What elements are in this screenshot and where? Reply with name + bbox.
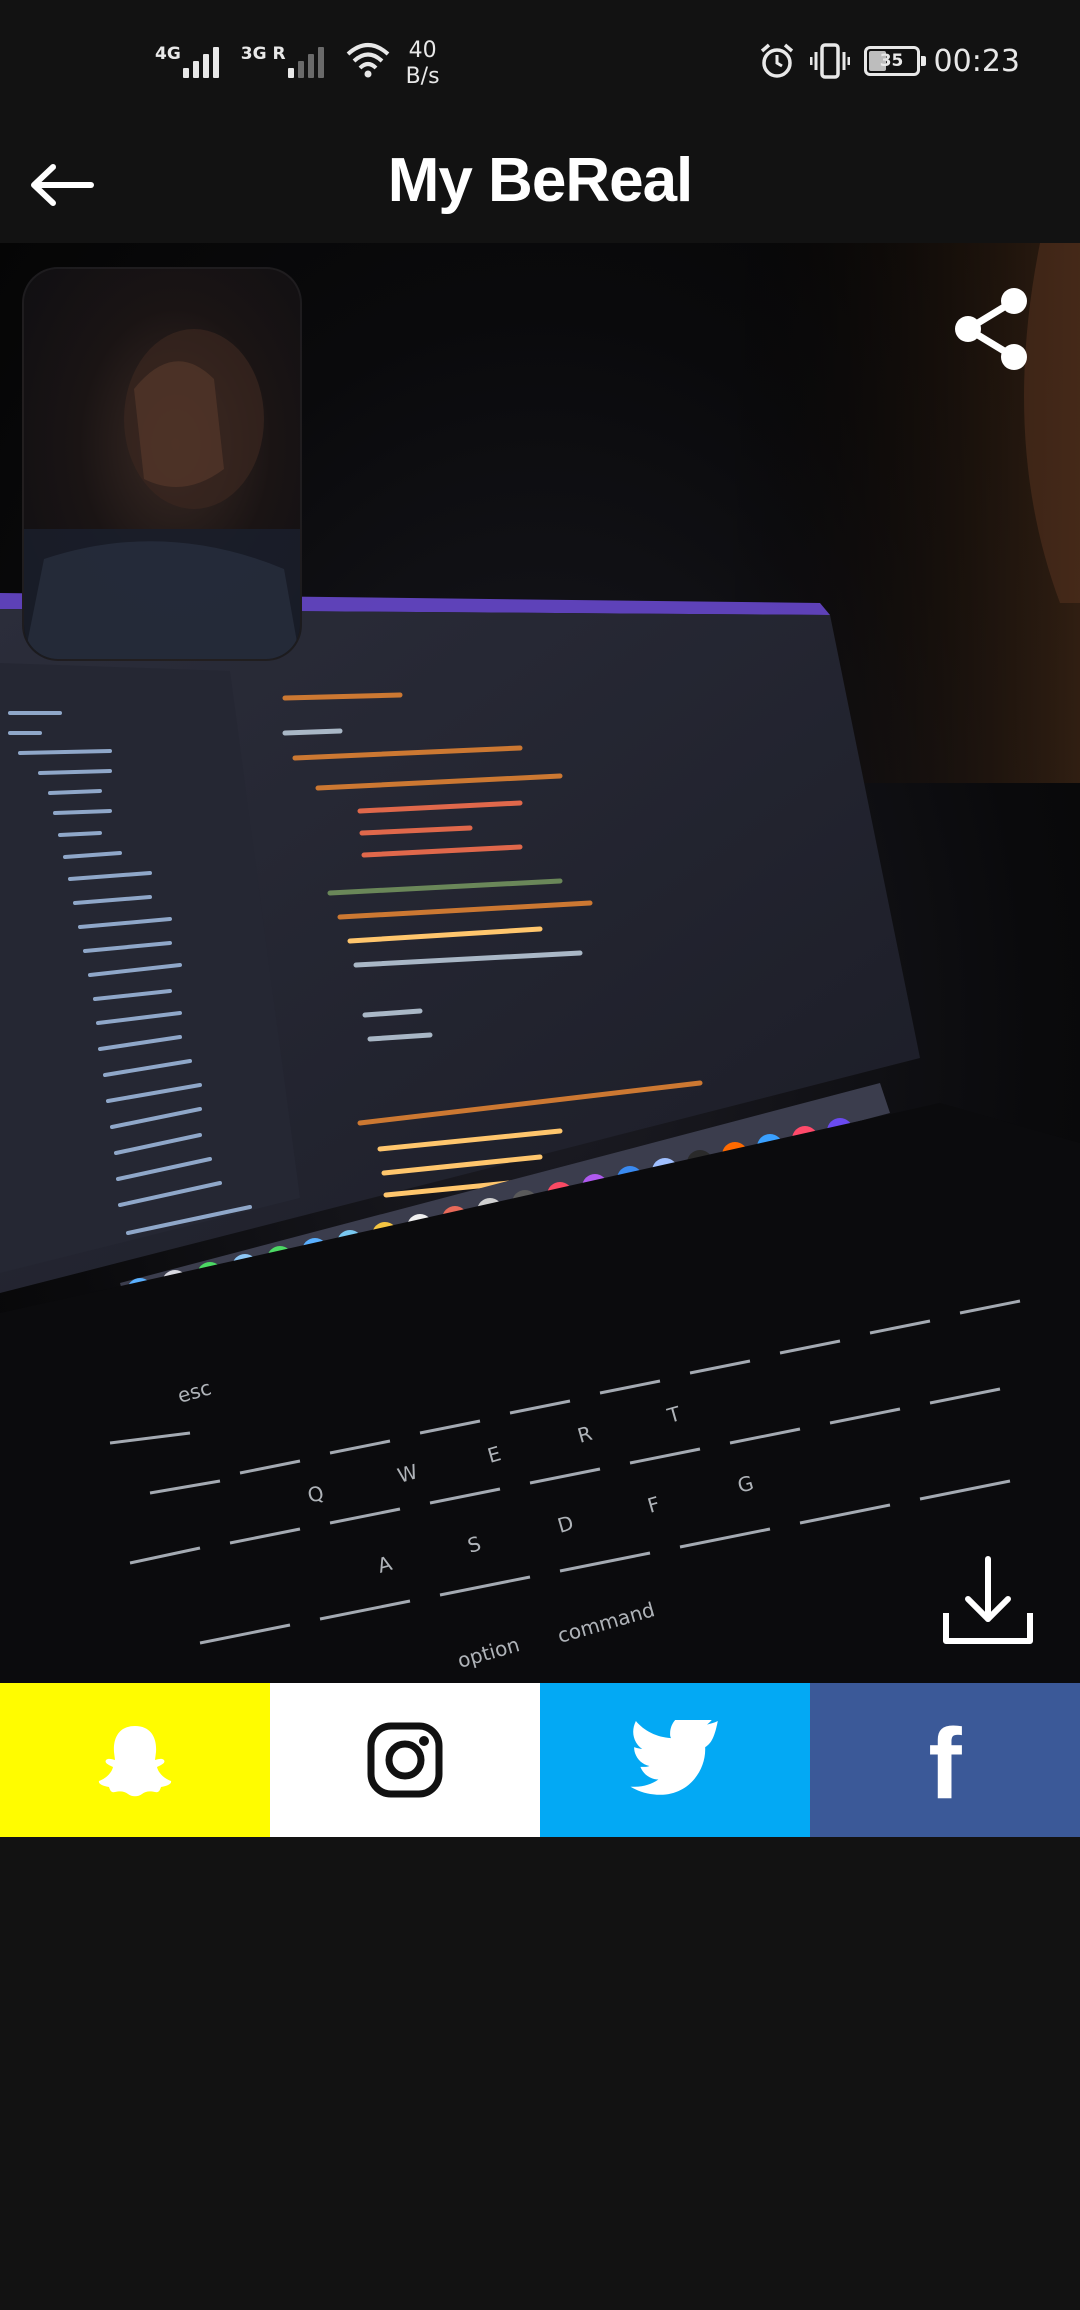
share-button[interactable]	[950, 285, 1032, 373]
app-bar: My BeReal	[0, 125, 1080, 243]
twitter-bird-icon	[630, 1720, 718, 1795]
facebook-icon: f	[928, 1708, 962, 1820]
bereal-photo: esc Q W E R T A S D F G command option	[0, 243, 1080, 1683]
front-camera-thumbnail[interactable]	[22, 267, 302, 661]
status-bar: 4G 3G R 40 B/s 35 00:23	[0, 0, 1080, 125]
network-speed-value: 40	[408, 38, 437, 63]
network-type-label: 4G	[155, 44, 181, 64]
clock: 00:23	[933, 43, 1020, 79]
social-share-row: f	[0, 1683, 1080, 1837]
share-icon	[955, 288, 1027, 370]
download-button[interactable]	[940, 1553, 1036, 1649]
alarm-icon	[760, 43, 793, 78]
facebook-share-button[interactable]: f	[810, 1683, 1080, 1837]
signal-icon-2	[287, 38, 328, 78]
battery-icon: 35	[863, 46, 926, 76]
signal-icon	[182, 38, 223, 78]
wifi-icon	[346, 43, 389, 78]
snapchat-share-button[interactable]	[0, 1683, 270, 1837]
page-title: My BeReal	[387, 146, 694, 215]
instagram-share-button[interactable]	[270, 1683, 540, 1837]
twitter-share-button[interactable]	[540, 1683, 810, 1837]
status-bar-right: 35 00:23	[744, 42, 1020, 80]
download-icon	[943, 1556, 1033, 1644]
network-speed: 40 B/s	[406, 38, 440, 90]
snapchat-ghost-icon	[98, 1726, 172, 1797]
vibrate-icon	[809, 43, 850, 79]
network-type-label-2: 3G R	[240, 44, 286, 64]
status-bar-left: 4G 3G R 40 B/s	[155, 38, 440, 90]
battery-level: 35	[879, 51, 904, 71]
instagram-icon	[367, 1722, 443, 1798]
network-speed-unit: B/s	[405, 64, 440, 89]
selfie-image	[24, 329, 300, 659]
